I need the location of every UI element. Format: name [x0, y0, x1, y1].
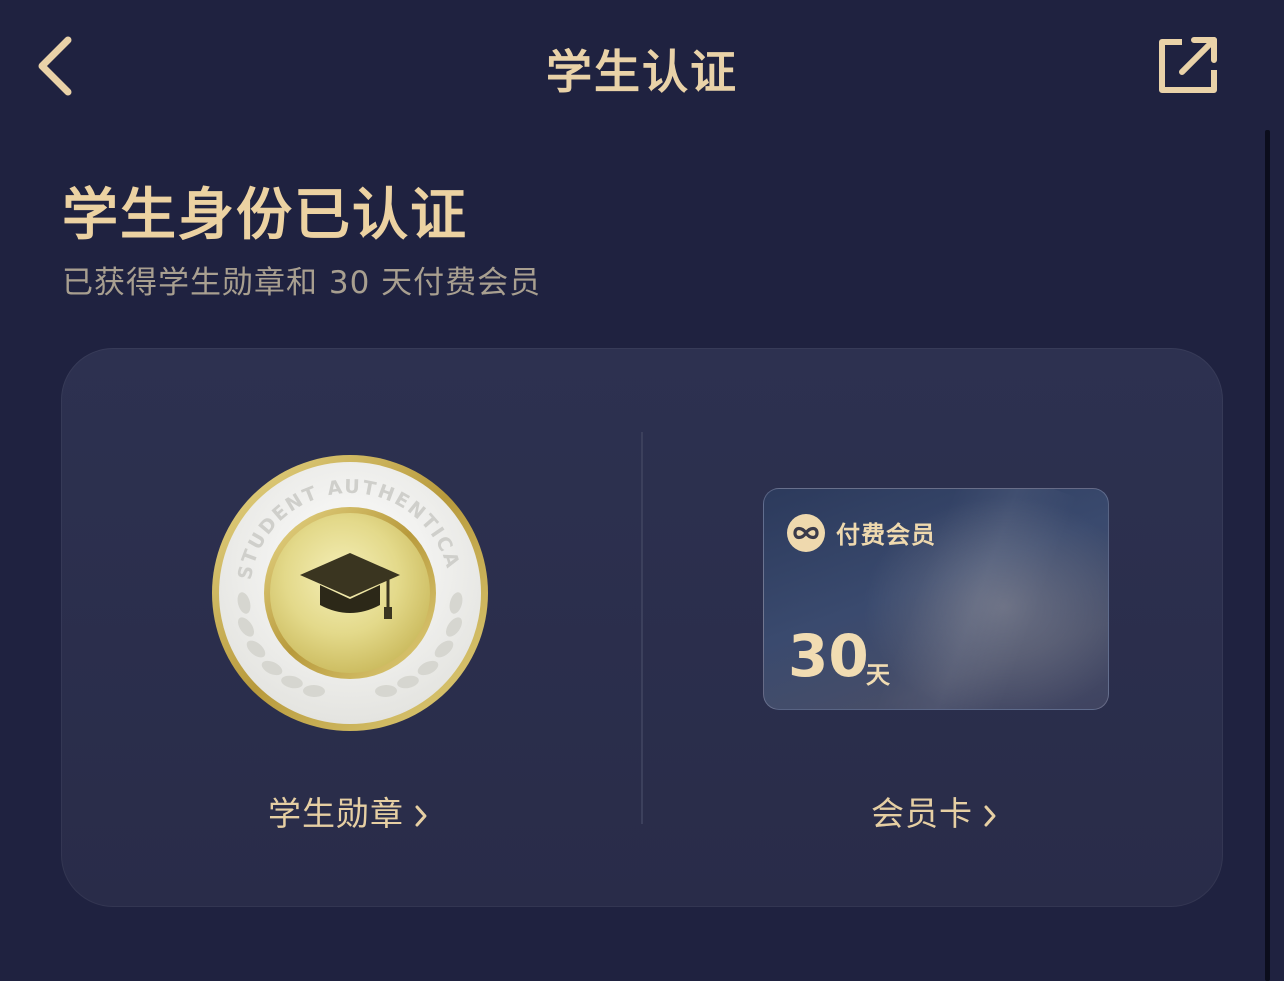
membership-card-label: 会员卡: [871, 794, 973, 833]
membership-card-title: 付费会员: [836, 521, 936, 549]
membership-days-unit: 天: [866, 661, 890, 689]
membership-days-value: 30: [788, 622, 869, 690]
student-badge[interactable]: STUDENT AUTHENTICA: [210, 453, 490, 733]
verified-heading: 学生身份已认证: [62, 183, 468, 248]
student-badge-label: 学生勋章: [268, 794, 404, 833]
membership-card[interactable]: 付费会员 30 天: [763, 488, 1109, 710]
infinity-icon: [787, 514, 825, 552]
share-button[interactable]: [1152, 32, 1224, 100]
page-title: 学生认证: [546, 45, 738, 99]
panel-divider: [641, 432, 643, 824]
verified-subtitle: 已获得学生勋章和 30 天付费会员: [62, 265, 542, 301]
chevron-right-icon: [415, 805, 427, 826]
student-badge-medal: STUDENT AUTHENTICA: [212, 455, 488, 731]
membership-card-link[interactable]: 会员卡: [871, 787, 997, 835]
student-badge-link[interactable]: 学生勋章: [268, 787, 428, 835]
scrollbar[interactable]: [1265, 130, 1270, 981]
share-external-icon: [1159, 37, 1217, 93]
student-verification-page: 学生认证 学生身份已认证 已获得学生勋章和 30 天付费会员 STUDENT A…: [0, 0, 1284, 981]
navigation-bar: 学生认证: [0, 0, 1284, 135]
chevron-right-icon: [984, 805, 996, 826]
